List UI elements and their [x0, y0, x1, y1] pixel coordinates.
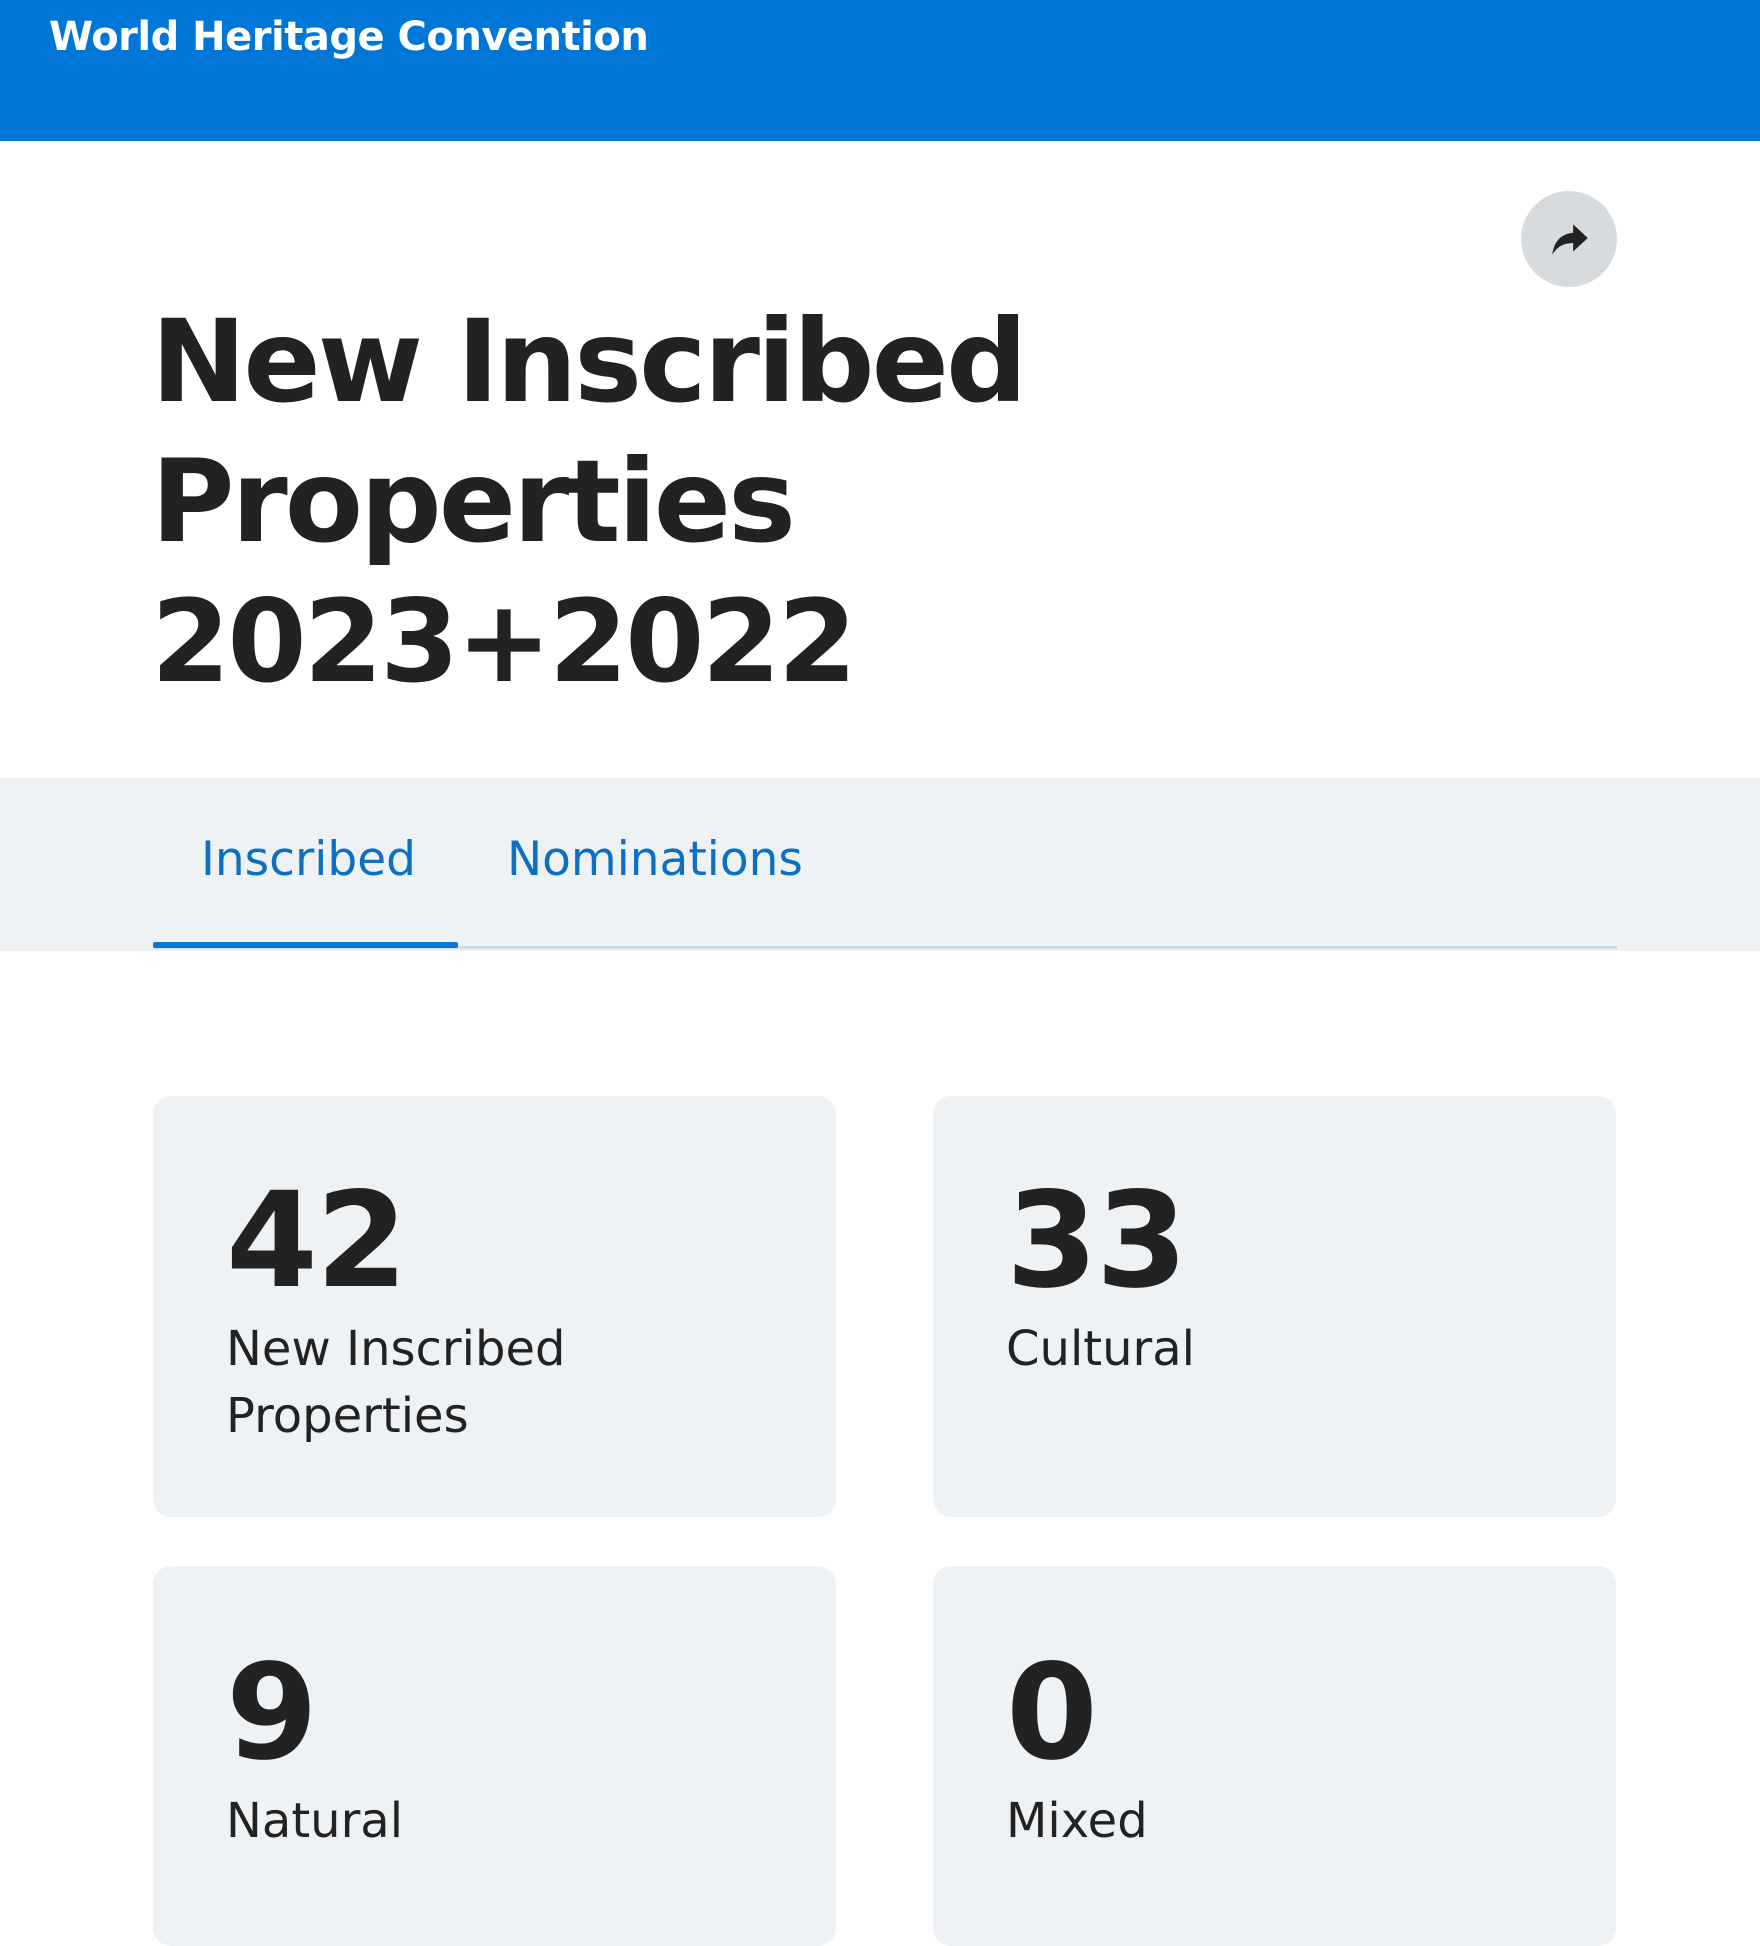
stat-card-natural: 9 Natural: [153, 1566, 836, 1946]
stat-label: Cultural: [1006, 1321, 1195, 1377]
site-title[interactable]: World Heritage Convention: [49, 14, 649, 60]
share-button[interactable]: [1521, 191, 1617, 287]
stat-value: 9: [226, 1636, 318, 1790]
stat-value: 0: [1006, 1636, 1098, 1790]
stat-label: New Inscribed Properties: [226, 1321, 566, 1444]
stat-card-mixed: 0 Mixed: [933, 1566, 1616, 1946]
stat-value: 42: [226, 1164, 408, 1318]
stat-value: 33: [1006, 1164, 1188, 1318]
page-title-line: New Inscribed: [151, 295, 1028, 428]
page-title: New Inscribed Properties 2023+2022: [151, 292, 1351, 712]
stat-card-cultural: 33 Cultural: [933, 1096, 1616, 1517]
share-arrow-icon: [1552, 224, 1588, 255]
page-title-line: 2023+2022: [151, 575, 857, 708]
tab-inscribed[interactable]: Inscribed: [201, 832, 416, 887]
page-title-line: Properties: [151, 435, 796, 568]
stat-label: Mixed: [1006, 1793, 1148, 1849]
active-tab-indicator: [153, 942, 458, 948]
top-header-bar: World Heritage Convention: [0, 0, 1760, 141]
tab-nominations[interactable]: Nominations: [507, 832, 803, 887]
stat-label: Natural: [226, 1793, 404, 1849]
stat-card-new-inscribed: 42 New Inscribed Properties: [153, 1096, 836, 1517]
